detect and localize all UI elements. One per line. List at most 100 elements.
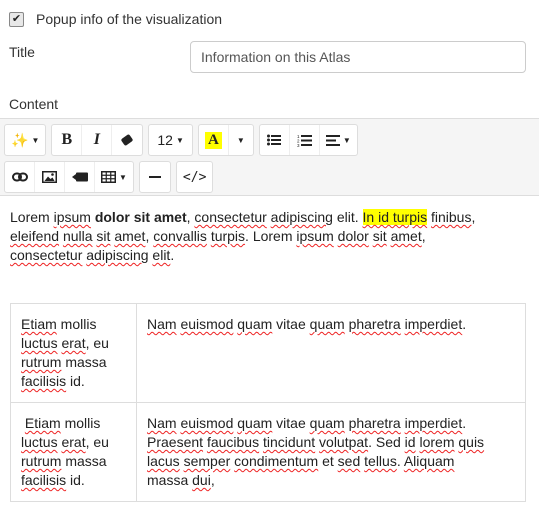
text-run: pharetra [348, 316, 401, 332]
magic-wand-button[interactable]: ✨ ▼ [5, 125, 45, 155]
text-run: adipiscing [270, 209, 333, 225]
text-run: id. [66, 373, 85, 389]
text-run: . [462, 415, 467, 431]
text-run: Etiam [21, 316, 57, 332]
text-run: imperdiet [404, 316, 463, 332]
video-button[interactable] [65, 162, 95, 192]
text-run: . [396, 453, 404, 469]
video-icon [71, 172, 88, 182]
image-icon [42, 171, 57, 183]
table-row: Etiam mollis luctus erat, eu rutrum mass… [10, 402, 526, 502]
popup-info-row: ✔ Popup info of the visualization [9, 11, 222, 27]
color-group: A ▼ [197, 124, 254, 156]
text-run: amet [114, 228, 146, 244]
table-cell[interactable]: Etiam mollis luctus erat, eu rutrum mass… [10, 303, 137, 403]
text-run: elit. [332, 209, 363, 225]
bold-icon: B [61, 131, 73, 148]
text-run: Nam [147, 316, 177, 332]
content-label: Content [9, 96, 59, 112]
bullet-list-icon [267, 134, 282, 146]
unordered-list-button[interactable] [260, 125, 290, 155]
align-dropdown[interactable]: ▼ [320, 125, 357, 155]
text-run: id [404, 434, 416, 450]
text-run: Aliquam [403, 453, 455, 469]
table-row: Etiam mollis luctus erat, eu rutrum mass… [10, 303, 526, 403]
table-cell[interactable]: Nam euismod quam vitae quam pharetra imp… [136, 402, 526, 502]
eraser-button[interactable] [112, 125, 142, 155]
text-run: massa [61, 453, 107, 469]
text-run: , eu [85, 335, 109, 351]
link-icon [11, 172, 28, 182]
hr-button[interactable] [140, 162, 170, 192]
text-run: semper [183, 453, 231, 469]
text-color-button[interactable]: A [199, 125, 229, 155]
text-run: rutrum [21, 354, 62, 370]
style-group: ✨ ▼ [4, 124, 47, 156]
title-label: Title [9, 44, 35, 60]
text-run: luctus [21, 434, 58, 450]
view-group: </> [175, 161, 214, 193]
color-dropdown[interactable]: ▼ [229, 125, 253, 155]
text-run: facilisis [21, 373, 67, 389]
text-run: erat [61, 434, 86, 450]
code-icon: </> [182, 169, 207, 185]
text-run: , eu [85, 434, 109, 450]
hr-group [138, 161, 171, 193]
text-run: mollis [60, 415, 101, 431]
text-run: dui [192, 472, 211, 488]
text-run: facilisis [21, 472, 67, 488]
font-size-dropdown[interactable]: 12 ▼ [149, 125, 192, 155]
text-run: elit [152, 247, 171, 263]
italic-button[interactable]: I [82, 125, 113, 155]
highlighted-text: In id turpis [362, 209, 428, 225]
chevron-down-icon: ▼ [119, 172, 127, 182]
link-button[interactable] [5, 162, 35, 192]
title-input[interactable] [190, 41, 526, 73]
popup-info-label: Popup info of the visualization [36, 11, 223, 27]
text-run: tellus [364, 453, 397, 469]
text-run: sed [337, 453, 361, 469]
text-run: tincidunt [262, 434, 316, 450]
bold-button[interactable]: B [52, 125, 83, 155]
table-cell[interactable]: Nam euismod quam vitae quam pharetra imp… [136, 303, 526, 403]
numbered-list-icon: 123 [297, 134, 312, 147]
font-size-value: 12 [157, 132, 173, 148]
text-run: id. [66, 472, 85, 488]
paragraph-group: 123 ▼ [258, 124, 358, 156]
insert-group: ▼ [4, 161, 134, 193]
table-cell[interactable]: Etiam mollis luctus erat, eu rutrum mass… [10, 402, 137, 502]
text-run: , [421, 228, 426, 244]
text-run: turpis [210, 228, 246, 244]
text-run: luctus [21, 335, 58, 351]
text-run: nulla [62, 228, 93, 244]
text-run: dolor [337, 228, 369, 244]
image-button[interactable] [35, 162, 65, 192]
toolbar-row-2: ▼ </> [4, 161, 214, 193]
text-run: sit [372, 228, 387, 244]
text-run: Etiam [24, 415, 61, 431]
text-run: adipiscing [86, 247, 149, 263]
svg-text:3: 3 [297, 143, 300, 147]
text-run: euismod [180, 415, 234, 431]
text-run: Nam [147, 415, 177, 431]
text-run: . [462, 316, 467, 332]
text-run: eleifend [10, 228, 60, 244]
text-run: finibus [431, 209, 472, 225]
text-run: massa [147, 472, 189, 488]
text-run: consectetur [10, 247, 83, 263]
ordered-list-button[interactable]: 123 [290, 125, 320, 155]
text-run: vitae [272, 415, 310, 431]
font-style-group: B I [51, 124, 144, 156]
code-view-button[interactable]: </> [177, 162, 212, 192]
table-dropdown[interactable]: ▼ [95, 162, 133, 192]
toolbar-row-1: ✨ ▼ B I 12 ▼ A ▼ 123 ▼ [4, 124, 358, 156]
editor-toolbar: ✨ ▼ B I 12 ▼ A ▼ 123 ▼ ▼ </> [0, 118, 539, 196]
table-icon [101, 171, 116, 183]
text-run: , [210, 472, 215, 488]
popup-info-checkbox[interactable]: ✔ [9, 11, 24, 27]
text-run: rutrum [21, 453, 62, 469]
text-run: quam [237, 316, 273, 332]
text-run: quam [309, 415, 345, 431]
editor-paragraph[interactable]: Lorem ipsum dolor sit amet, consectetur … [10, 208, 528, 265]
text-run: quam [237, 415, 273, 431]
